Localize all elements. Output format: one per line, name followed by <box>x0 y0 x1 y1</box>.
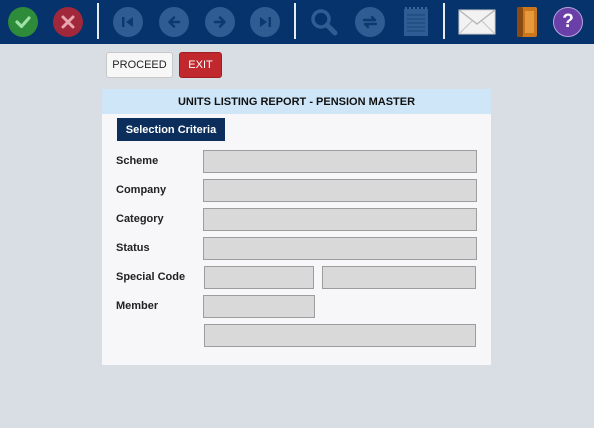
cancel-button[interactable] <box>51 5 85 39</box>
previous-button[interactable] <box>157 5 191 39</box>
company-field[interactable] <box>203 179 477 202</box>
confirm-button[interactable] <box>6 5 40 39</box>
special-code-from-field[interactable] <box>204 266 314 289</box>
mail-icon <box>458 9 496 35</box>
report-panel: UNITS LISTING REPORT - PENSION MASTER Se… <box>102 89 491 365</box>
proceed-button[interactable]: PROCEED <box>106 52 173 78</box>
book-icon <box>517 7 537 37</box>
cancel-icon <box>53 7 83 37</box>
book-button[interactable] <box>509 5 543 39</box>
status-label: Status <box>116 242 150 254</box>
notepad-button[interactable] <box>399 5 433 39</box>
member-label: Member <box>116 300 159 312</box>
company-label: Company <box>116 184 167 196</box>
next-icon <box>205 7 235 37</box>
mail-button[interactable] <box>458 5 496 39</box>
exit-button[interactable]: EXIT <box>179 52 222 78</box>
special-code-to-field[interactable] <box>322 266 476 289</box>
search-button[interactable] <box>307 5 341 39</box>
first-icon <box>113 7 143 37</box>
refresh-icon <box>355 7 385 37</box>
scheme-field[interactable] <box>203 150 477 173</box>
status-field[interactable] <box>203 237 477 260</box>
help-button[interactable]: ? <box>551 5 585 39</box>
notepad-icon <box>404 7 428 36</box>
category-field[interactable] <box>203 208 477 231</box>
first-record-button[interactable] <box>111 5 145 39</box>
member-field[interactable] <box>203 295 315 318</box>
help-icon: ? <box>553 7 583 37</box>
category-label: Category <box>116 213 164 225</box>
next-button[interactable] <box>203 5 237 39</box>
previous-icon <box>159 7 189 37</box>
last-record-button[interactable] <box>248 5 282 39</box>
scheme-label: Scheme <box>116 155 159 167</box>
tab-selection-criteria[interactable]: Selection Criteria <box>117 118 225 141</box>
refresh-button[interactable] <box>353 5 387 39</box>
report-title: UNITS LISTING REPORT - PENSION MASTER <box>102 89 491 114</box>
toolbar-separator <box>294 3 296 39</box>
toolbar-separator <box>97 3 99 39</box>
special-code-label: Special Code <box>116 271 186 283</box>
check-icon <box>8 7 38 37</box>
toolbar: ? <box>0 0 594 44</box>
member-name-field[interactable] <box>204 324 476 347</box>
help-glyph: ? <box>562 11 574 32</box>
last-icon <box>250 7 280 37</box>
toolbar-separator <box>443 3 445 39</box>
search-icon <box>311 9 338 36</box>
